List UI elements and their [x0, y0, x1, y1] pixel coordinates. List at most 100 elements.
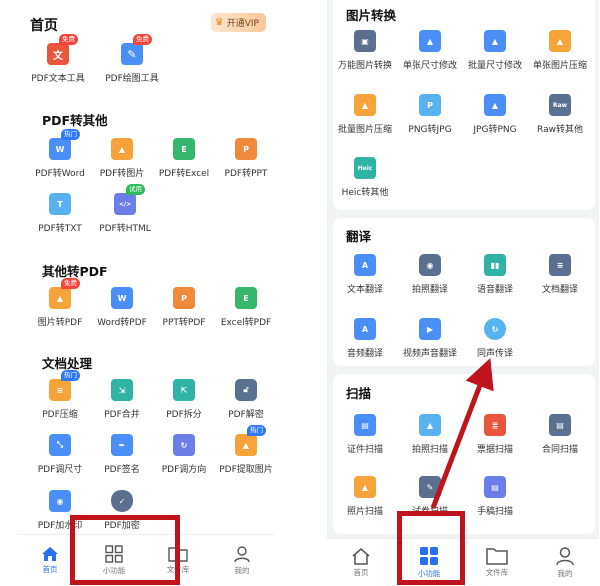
tool-label: PDF解密: [228, 410, 264, 420]
tool-label: PDF转图片: [99, 169, 145, 179]
tool-pdf-to-excel[interactable]: E PDF转Excel: [152, 138, 216, 179]
pdf-draw-icon: ✎ 免费: [121, 34, 152, 65]
heic-file-icon: Heic: [354, 157, 376, 179]
tool-pdf-resize[interactable]: ⤡ PDF调尺寸: [28, 434, 92, 475]
text-translate-icon: A: [354, 254, 376, 276]
tool-label: PDF转TXT: [38, 224, 82, 234]
hot-badge: 热门: [61, 129, 80, 140]
tool-pdf-draw[interactable]: ✎ 免费 PDF绘图工具: [100, 34, 164, 84]
trial-badge: 试用: [126, 184, 145, 195]
tool-label: 票据扫描: [476, 445, 513, 455]
tool-label: PDF合并: [104, 410, 140, 420]
tool-pdf-rotate[interactable]: ↻ PDF调方向: [152, 434, 216, 475]
tool-label: PDF绘图工具: [105, 74, 159, 84]
highlight-box-left: [70, 515, 180, 585]
tool-excel-to-pdf[interactable]: E Excel转PDF: [214, 287, 274, 328]
free-badge: 免费: [61, 278, 80, 289]
tool-batch-resize[interactable]: ▲ 批量尺寸修改: [463, 30, 527, 71]
free-badge: 免费: [133, 34, 152, 45]
pdf-text-icon: 文 免费: [47, 34, 78, 65]
tool-pdf-to-word[interactable]: W 热门 PDF转Word: [28, 129, 92, 179]
tool-text-translate[interactable]: A 文本翻译: [333, 254, 397, 295]
image-stack-icon: ▲: [484, 30, 506, 52]
tool-label: 证件扫描: [346, 445, 383, 455]
tool-pdf-extract-images[interactable]: ▲ 热门 PDF提取图片: [214, 425, 274, 475]
rotate-icon: ↻: [173, 434, 195, 456]
tool-pdf-to-image[interactable]: ▲ PDF转图片: [90, 138, 154, 179]
section-title-pdf-to-other: PDF转其他: [42, 113, 108, 128]
tool-label: 手稿扫描: [476, 507, 513, 517]
nav-label: 文件库: [485, 568, 509, 577]
tool-receipt-scan[interactable]: ≣ 票据扫描: [463, 414, 527, 455]
tool-pdf-to-html[interactable]: </> 试用 PDF转HTML: [93, 184, 157, 234]
section-title-translate: 翻译: [346, 229, 372, 244]
free-badge: 免费: [59, 34, 78, 45]
photo-scan-icon: ▲: [419, 414, 441, 436]
tool-single-resize[interactable]: ▲ 单张尺寸修改: [398, 30, 462, 71]
tool-word-to-pdf[interactable]: W Word转PDF: [90, 287, 154, 328]
card-image-convert: 图片转换 ▣ 万能图片转换 ▲ 单张尺寸修改 ▲ 批量尺寸修改 ▲ 单张图片压缩…: [333, 0, 595, 210]
ppt-file-icon: P: [173, 287, 195, 309]
tool-label: Heic转其他: [341, 188, 389, 198]
tool-raw-to-other[interactable]: Raw Raw转其他: [528, 94, 592, 135]
tool-single-compress[interactable]: ▲ 单张图片压缩: [528, 30, 592, 71]
tool-pdf-merge[interactable]: ⇲ PDF合并: [90, 379, 154, 420]
tool-pdf-split[interactable]: ⇱ PDF拆分: [152, 379, 216, 420]
nav-profile[interactable]: 我的: [540, 546, 590, 579]
tool-pdf-to-ppt[interactable]: P PDF转PPT: [214, 138, 274, 179]
tool-universal-image-convert[interactable]: ▣ 万能图片转换: [333, 30, 397, 71]
receipt-icon: ≣: [484, 414, 506, 436]
tool-label: 语音翻译: [476, 285, 513, 295]
tool-audio-translate[interactable]: A 音频翻译: [333, 318, 397, 359]
tool-jpg-to-png[interactable]: ▲ JPG转PNG: [463, 94, 527, 135]
tool-pdf-compress[interactable]: ≡ 热门 PDF压缩: [28, 370, 92, 420]
vip-button[interactable]: ♛ 开通VIP: [210, 13, 266, 32]
tool-heic-to-other[interactable]: Heic Heic转其他: [333, 157, 397, 198]
tool-pdf-decrypt[interactable]: 🔓︎ PDF解密: [214, 379, 274, 420]
tool-contract-scan[interactable]: ▤ 合同扫描: [528, 414, 592, 455]
tool-pdf-text[interactable]: 文 免费 PDF文本工具: [26, 34, 90, 84]
tool-label: PDF转Excel: [158, 169, 210, 179]
crown-icon: ♛: [214, 17, 224, 28]
home-screen: 首页 ♛ 开通VIP 文 免费 PDF文本工具 ✎ 免费 PDF绘图工具 PDF…: [18, 0, 274, 586]
tool-photo-scan[interactable]: ▲ 拍照扫描: [398, 414, 462, 455]
nav-home[interactable]: 首页: [336, 547, 386, 578]
video-translate-icon: ▶: [419, 318, 441, 340]
tool-png-to-jpg[interactable]: P PNG转JPG: [398, 94, 462, 135]
tool-manuscript-scan[interactable]: ▤ 手稿扫描: [463, 476, 527, 517]
document-icon: ≡: [549, 254, 571, 276]
jpg-file-icon: ▲: [484, 94, 506, 116]
tool-video-translate[interactable]: ▶ 视频声音翻译: [398, 318, 462, 359]
tool-label: PDF转HTML: [99, 224, 151, 234]
unlock-icon: 🔓︎: [235, 379, 257, 401]
excel-file-icon: E: [235, 287, 257, 309]
tool-label: 万能图片转换: [337, 61, 392, 71]
tool-label: PDF调尺寸: [37, 465, 83, 475]
tool-id-scan[interactable]: ▤ 证件扫描: [333, 414, 397, 455]
tool-label: 拍照翻译: [411, 285, 448, 295]
tool-label: PDF压缩: [42, 410, 78, 420]
nav-home[interactable]: 首页: [25, 546, 75, 575]
tool-pdf-sign[interactable]: ✒ PDF签名: [90, 434, 154, 475]
merge-icon: ⇲: [111, 379, 133, 401]
tool-photo-translate[interactable]: ◉ 拍照翻译: [398, 254, 462, 295]
word-file-icon: W: [111, 287, 133, 309]
tool-doc-translate[interactable]: ≡ 文档翻译: [528, 254, 592, 295]
tool-ppt-to-pdf[interactable]: P PPT转PDF: [152, 287, 216, 328]
tool-pdf-to-txt[interactable]: T PDF转TXT: [28, 193, 92, 234]
nav-profile[interactable]: 我的: [217, 545, 267, 576]
tool-label: 图片转PDF: [37, 318, 83, 328]
ppt-file-icon: P: [235, 138, 257, 160]
nav-files[interactable]: 文件库: [472, 547, 522, 578]
tool-image-to-pdf[interactable]: ▲ 免费 图片转PDF: [28, 278, 92, 328]
tool-simultaneous-translate[interactable]: ↻ 同声传译: [463, 318, 527, 359]
tool-label: Excel转PDF: [220, 318, 272, 328]
tool-voice-translate[interactable]: ▮▮ 语音翻译: [463, 254, 527, 295]
extract-image-icon: ▲ 热门: [235, 425, 266, 456]
tool-picture-scan[interactable]: ▲ 照片扫描: [333, 476, 397, 517]
image-stack-icon: ▲: [354, 94, 376, 116]
tool-label: 批量图片压缩: [337, 125, 392, 135]
audio-translate-icon: A: [354, 318, 376, 340]
tool-label: 文档翻译: [541, 285, 578, 295]
tool-batch-compress[interactable]: ▲ 批量图片压缩: [333, 94, 397, 135]
